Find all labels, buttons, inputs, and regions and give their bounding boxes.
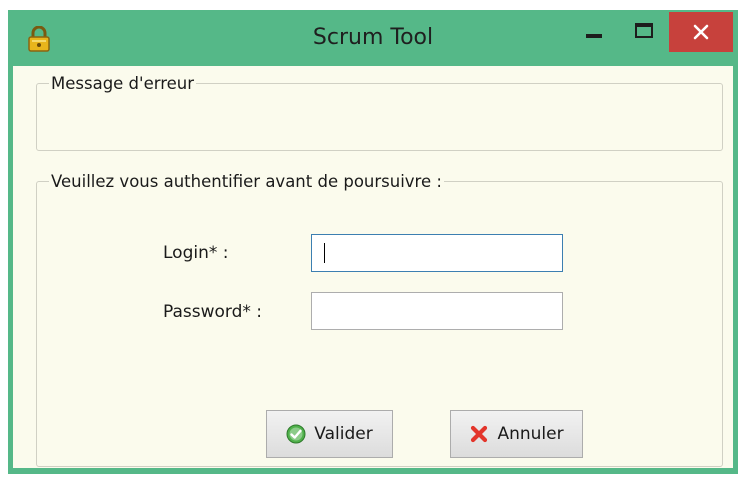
login-window: Scrum Tool Message d'erreur Veuillez vou… xyxy=(8,10,738,474)
error-message-group: Message d'erreur xyxy=(36,74,723,151)
maximize-icon[interactable] xyxy=(635,23,653,38)
error-group-legend: Message d'erreur xyxy=(51,74,195,93)
login-input[interactable] xyxy=(311,234,563,272)
title-bar[interactable]: Scrum Tool xyxy=(8,10,738,66)
login-label: Login* : xyxy=(163,243,229,263)
check-circle-icon xyxy=(286,424,306,444)
validate-button[interactable]: Valider xyxy=(266,410,393,458)
cancel-button[interactable]: Annuler xyxy=(450,410,583,458)
password-label: Password* : xyxy=(163,302,263,322)
auth-group-legend: Veuillez vous authentifier avant de pour… xyxy=(51,172,442,191)
close-button[interactable] xyxy=(669,12,733,52)
cross-icon xyxy=(471,425,488,443)
minimize-icon[interactable] xyxy=(586,34,602,38)
text-caret xyxy=(324,243,325,263)
close-icon xyxy=(693,24,709,40)
password-input[interactable] xyxy=(311,292,563,330)
window-client-area: Message d'erreur Veuillez vous authentif… xyxy=(13,66,733,468)
validate-button-label: Valider xyxy=(314,424,373,444)
cancel-button-label: Annuler xyxy=(497,424,564,444)
window-title: Scrum Tool xyxy=(312,25,434,50)
